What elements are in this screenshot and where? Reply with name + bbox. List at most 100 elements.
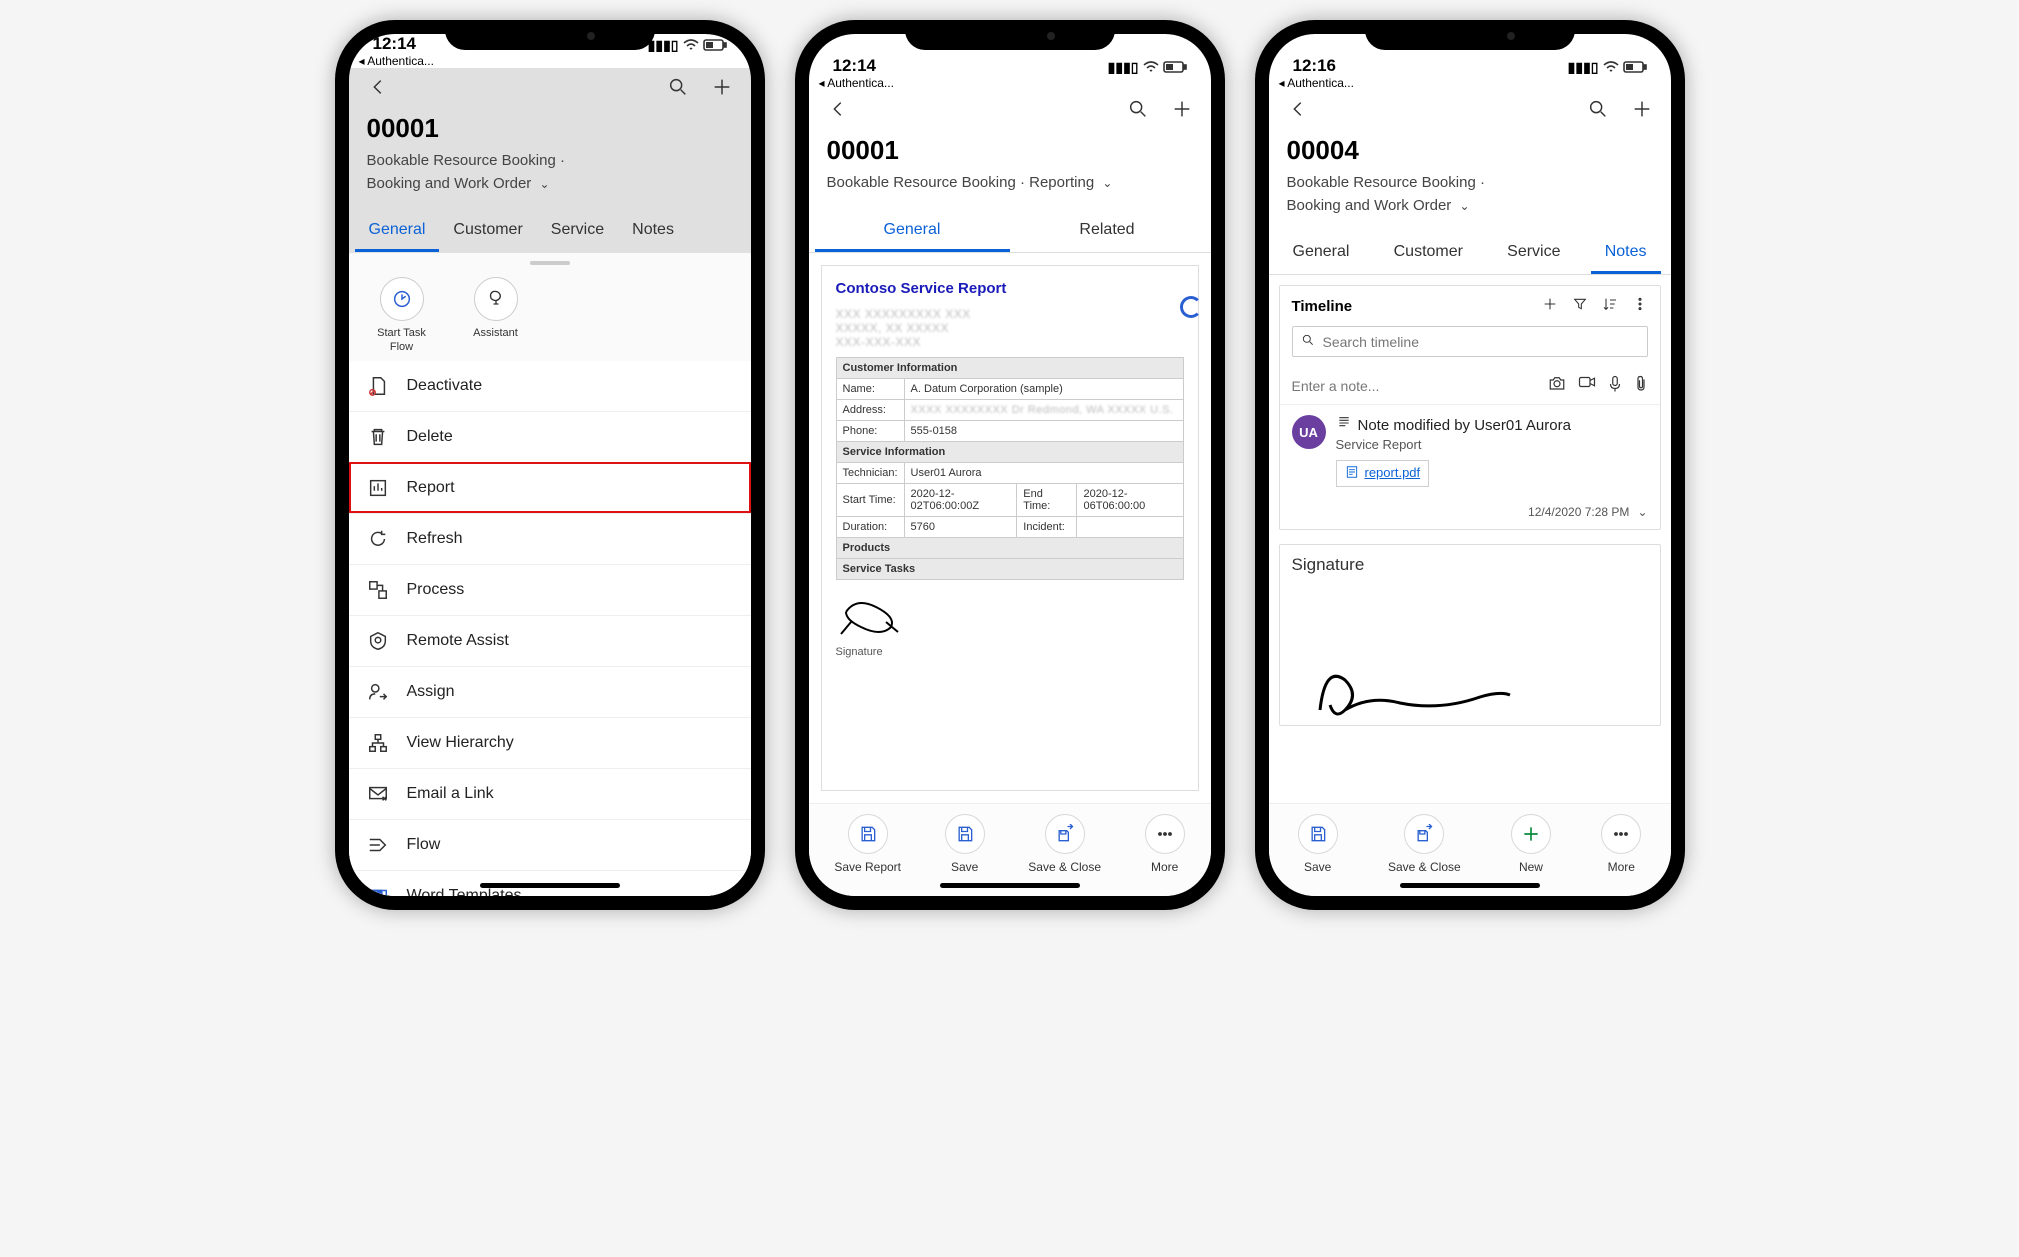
lbl-address: Address: (836, 399, 904, 420)
back-to-app[interactable]: ◂ Authentica... (349, 54, 751, 68)
tab-general[interactable]: General (1279, 235, 1364, 274)
menu-flow[interactable]: Flow (349, 819, 751, 870)
wifi-icon (683, 38, 699, 54)
btn-save-close[interactable]: Save & Close (1388, 814, 1461, 874)
btn-more[interactable]: More (1601, 814, 1641, 874)
btn-more[interactable]: More (1145, 814, 1185, 874)
tab-service[interactable]: Service (537, 213, 618, 252)
menu-report[interactable]: Report (349, 462, 751, 513)
quick-start-task-flow[interactable]: Start Task Flow (367, 277, 437, 355)
timeline-filter-icon[interactable] (1572, 296, 1588, 316)
phone-1: 12:14 ▮▮▮▯ ◂ Authentica... 00001 (335, 20, 765, 910)
note-icon (1336, 415, 1352, 435)
signature-area: Signature (836, 592, 1184, 658)
add-icon[interactable] (1171, 98, 1193, 125)
signature-header: Signature (1280, 545, 1660, 585)
search-icon[interactable] (1587, 98, 1609, 125)
breadcrumb-text: Bookable Resource Booking · Reporting (827, 174, 1095, 191)
lbl-phone: Phone: (836, 420, 904, 441)
menu-delete[interactable]: Delete (349, 411, 751, 462)
btn-label: More (1608, 860, 1635, 874)
delete-icon (367, 426, 389, 448)
menu-view-hierarchy[interactable]: View Hierarchy (349, 717, 751, 768)
remote-assist-icon (367, 630, 389, 652)
btn-label: Save Report (834, 860, 901, 874)
search-icon[interactable] (1127, 98, 1149, 125)
signature-canvas[interactable] (1280, 585, 1660, 725)
breadcrumb[interactable]: Bookable Resource Booking · Booking and … (349, 146, 751, 199)
tab-customer[interactable]: Customer (439, 213, 536, 252)
btn-save[interactable]: Save (945, 814, 985, 874)
tab-notes[interactable]: Notes (1591, 235, 1661, 274)
btn-save[interactable]: Save (1298, 814, 1338, 874)
back-to-app[interactable]: ◂ Authentica... (809, 76, 1211, 90)
btn-label: New (1519, 860, 1543, 874)
chevron-down-icon: ⌄ (1102, 174, 1112, 192)
breadcrumb[interactable]: Bookable Resource Booking · Reporting ⌄ (809, 168, 1211, 199)
tabs: General Customer Service Notes (1269, 221, 1671, 275)
tab-notes[interactable]: Notes (618, 213, 688, 252)
menu-email-link[interactable]: Email a Link (349, 768, 751, 819)
item-timestamp: 12/4/2020 7:28 PM (1528, 505, 1629, 519)
menu-refresh[interactable]: Refresh (349, 513, 751, 564)
lbl-end: End Time: (1017, 483, 1077, 516)
back-to-app[interactable]: ◂ Authentica... (1269, 76, 1671, 90)
btn-label: Save (951, 860, 978, 874)
command-menu: Deactivate Delete Report Refresh (349, 361, 751, 897)
battery-icon (1163, 60, 1187, 76)
val-address: XXXX XXXXXXXX Dr Redmond, WA XXXXX U.S. (904, 399, 1183, 420)
menu-remote-assist[interactable]: Remote Assist (349, 615, 751, 666)
battery-icon (703, 38, 727, 54)
breadcrumb[interactable]: Bookable Resource Booking · Booking and … (1269, 168, 1671, 221)
add-icon[interactable] (1631, 98, 1653, 125)
val-incident (1077, 516, 1183, 537)
home-indicator[interactable] (480, 883, 620, 888)
btn-new[interactable]: New (1511, 814, 1551, 874)
save-icon (945, 814, 985, 854)
menu-process[interactable]: Process (349, 564, 751, 615)
tab-general[interactable]: General (355, 213, 440, 252)
body-scroll[interactable]: Timeline Search timeline Enter a note... (1269, 275, 1671, 803)
back-button[interactable] (827, 98, 849, 125)
chevron-down-icon[interactable]: ⌄ (1637, 505, 1647, 519)
screen-3: 12:16 ▮▮▮▯ ◂ Authentica... 00004 Bookabl… (1269, 34, 1671, 896)
timeline-more-icon[interactable] (1632, 296, 1648, 316)
chevron-down-icon: ⌄ (1459, 197, 1469, 215)
timeline-add-icon[interactable] (1542, 296, 1558, 316)
tab-related[interactable]: Related (1010, 213, 1205, 252)
tab-service[interactable]: Service (1493, 235, 1574, 274)
timeline-item[interactable]: UA Note modified by User01 Aurora Servic… (1280, 404, 1660, 499)
btn-save-close[interactable]: Save & Close (1028, 814, 1101, 874)
menu-deactivate[interactable]: Deactivate (349, 361, 751, 411)
back-button[interactable] (1287, 98, 1309, 125)
timeline-sort-icon[interactable] (1602, 296, 1618, 316)
enter-note-row[interactable]: Enter a note... (1280, 367, 1660, 404)
btn-save-report[interactable]: Save Report (834, 814, 901, 874)
tab-customer[interactable]: Customer (1380, 235, 1477, 274)
menu-label: Assign (407, 683, 455, 701)
timeline-item-title: Note modified by User01 Aurora (1336, 415, 1648, 435)
quick-assistant[interactable]: Assistant (461, 277, 531, 355)
new-icon (1511, 814, 1551, 854)
section-tasks: Service Tasks (836, 558, 1183, 579)
menu-assign[interactable]: Assign (349, 666, 751, 717)
add-icon[interactable] (711, 76, 733, 103)
home-indicator[interactable] (940, 883, 1080, 888)
home-indicator[interactable] (1400, 883, 1540, 888)
btn-label: More (1151, 860, 1178, 874)
email-icon (367, 783, 389, 805)
report-scroll[interactable]: Contoso Service Report XXX XXXXXXXXX XXX… (809, 253, 1211, 804)
btn-label: Save & Close (1388, 860, 1461, 874)
search-icon[interactable] (667, 76, 689, 103)
video-icon[interactable] (1578, 375, 1596, 396)
mic-icon[interactable] (1608, 375, 1622, 396)
back-button[interactable] (367, 76, 389, 103)
timeline-search[interactable]: Search timeline (1292, 326, 1648, 357)
camera-icon[interactable] (1548, 375, 1566, 396)
tab-general[interactable]: General (815, 213, 1010, 252)
menu-label: Email a Link (407, 785, 494, 803)
attach-icon[interactable] (1634, 375, 1648, 396)
status-time: 12:14 (833, 56, 876, 76)
attachment-link[interactable]: report.pdf (1336, 460, 1430, 487)
sheet-handle[interactable] (530, 261, 570, 265)
